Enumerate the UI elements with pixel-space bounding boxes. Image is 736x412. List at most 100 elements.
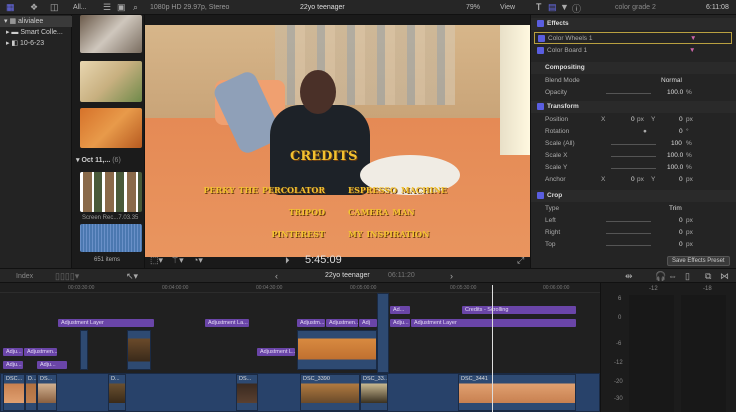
timecode-display[interactable]: 5:45:09	[305, 254, 342, 266]
crop-type-select[interactable]: Trim	[669, 203, 682, 215]
library-item-alivialee[interactable]: ▾ ▦ alivialee	[0, 16, 72, 27]
title-clip-credits[interactable]: Credits - Scrolling	[462, 306, 576, 314]
scale-y-value[interactable]: 100.0	[667, 162, 683, 174]
timeline-project-select[interactable]: 22yo teenager	[325, 272, 370, 279]
transform-tool-icon[interactable]: ⬚▾	[150, 255, 163, 266]
position-y-value[interactable]: 0	[679, 114, 683, 126]
checkbox[interactable]	[537, 102, 544, 110]
connected-clip[interactable]	[377, 293, 389, 373]
speed-icon[interactable]: ◔▾	[193, 255, 203, 266]
filter-select[interactable]: All...	[73, 4, 87, 11]
clip-appearance-icon[interactable]: ▯	[685, 271, 690, 282]
anchor-x-value[interactable]: 0	[631, 174, 635, 186]
timeline-ruler[interactable]: 00:03:30:00 00:04:00:00 00:04:30:00 00:0…	[0, 283, 600, 293]
adjustment-layer-clip[interactable]: Adjustment Layer	[58, 319, 154, 327]
adjustment-layer-clip[interactable]: Adju...	[37, 361, 67, 369]
crop-slider[interactable]	[606, 245, 651, 246]
scale-slider[interactable]	[611, 156, 656, 157]
index-button[interactable]: Index	[16, 273, 33, 280]
checkbox[interactable]	[537, 46, 544, 54]
checkbox[interactable]	[537, 19, 544, 27]
zoom-select[interactable]: 79%	[466, 4, 480, 11]
info-inspector-icon[interactable]: ⓘ	[572, 2, 581, 15]
adjustment-layer-clip[interactable]: Adjustm...	[297, 319, 325, 327]
back-icon[interactable]: ‹	[275, 271, 278, 281]
clip-thumbnail[interactable]	[80, 15, 142, 53]
color-icon[interactable]: ▼	[690, 33, 696, 45]
forward-icon[interactable]: ›	[450, 271, 453, 281]
crop-slider[interactable]	[606, 221, 651, 222]
scale-x-value[interactable]: 100.0	[667, 150, 683, 162]
transitions-icon[interactable]: ⋈	[720, 271, 729, 282]
scale-slider[interactable]	[611, 144, 656, 145]
crop-right-value[interactable]: 0	[679, 227, 683, 239]
crop-left-value[interactable]: 0	[679, 215, 683, 227]
adjustment-layer-clip[interactable]: Adju...	[3, 348, 23, 356]
fullscreen-icon[interactable]: ⤢	[517, 255, 524, 266]
adjustment-layer-clip[interactable]: Adjustmen...	[24, 348, 57, 356]
filmstrip-icon[interactable]: ▣	[117, 2, 126, 13]
select-tool-icon[interactable]: ↖▾	[126, 271, 138, 282]
adjustment-layer-clip[interactable]: Adju...	[3, 361, 23, 369]
adjustment-layer-clip[interactable]: Adju...	[390, 319, 410, 327]
color-icon[interactable]: ▼	[689, 45, 695, 57]
video-clip[interactable]: D...	[25, 374, 37, 411]
snapping-icon[interactable]: ⇔	[668, 271, 677, 281]
adjustment-layer-clip[interactable]: Adjustment La...	[205, 319, 249, 327]
adjustment-layer-clip[interactable]: Adj	[359, 319, 377, 327]
color-inspector-icon[interactable]: ▼	[560, 2, 569, 12]
video-clip[interactable]: DS...	[236, 374, 258, 411]
crop-top-value[interactable]: 0	[679, 239, 683, 251]
crop-header[interactable]: Crop	[531, 190, 736, 202]
video-clip[interactable]: D...	[108, 374, 126, 411]
adjustment-layer-clip[interactable]: Ad...	[390, 306, 410, 314]
effect-color-wheels[interactable]: Color Wheels 1 ▼	[534, 32, 732, 44]
title-inspector-icon[interactable]: T	[536, 2, 542, 12]
library-item-event[interactable]: ▸ ◧ 10-6-23	[0, 38, 72, 49]
connected-clip[interactable]	[297, 330, 377, 370]
video-clip[interactable]: DSC...	[3, 374, 25, 411]
checkbox[interactable]	[538, 34, 545, 42]
skimming-icon[interactable]: ⇹	[625, 271, 633, 282]
position-x-value[interactable]: 0	[631, 114, 635, 126]
blend-mode-select[interactable]: Normal	[661, 75, 682, 87]
save-effects-preset-button[interactable]: Save Effects Preset	[667, 256, 730, 266]
scale-slider[interactable]	[611, 168, 656, 169]
effects-header[interactable]: Effects	[531, 18, 736, 30]
audio-clip-thumbnail[interactable]	[80, 224, 142, 252]
transform-header[interactable]: Transform	[531, 101, 736, 113]
adjustment-layer-clip[interactable]: Adjustment L...	[257, 348, 295, 356]
enhance-icon[interactable]: ⚚▾	[171, 255, 184, 266]
anchor-y-value[interactable]: 0	[679, 174, 683, 186]
adjustment-layer-clip[interactable]: Adjustmen...	[326, 319, 358, 327]
clip-thumbnail[interactable]	[80, 61, 142, 102]
libraries-icon[interactable]: ▦	[6, 2, 15, 13]
event-group-header[interactable]: ▾ Oct 11,... (6)	[76, 156, 121, 164]
video-clip[interactable]: DSC_3390	[300, 374, 360, 411]
titles-icon[interactable]: ◫	[50, 2, 59, 13]
edit-buttons-icon[interactable]: ▯▯▯▯▾	[55, 271, 79, 282]
opacity-slider[interactable]	[606, 93, 651, 94]
playhead[interactable]	[492, 285, 493, 412]
connected-clip[interactable]	[80, 330, 88, 370]
view-menu[interactable]: View	[500, 4, 515, 11]
checkbox[interactable]	[537, 191, 544, 199]
opacity-value[interactable]: 100.0	[667, 87, 683, 99]
play-icon[interactable]: ⏵	[285, 255, 290, 266]
rotation-dial-icon[interactable]: ●	[643, 126, 647, 138]
video-clip[interactable]: DS...	[37, 374, 57, 411]
scale-all-value[interactable]: 100	[671, 138, 682, 150]
clip-appearance-icon[interactable]: ☰	[103, 2, 111, 13]
clip-thumbnail[interactable]	[80, 108, 142, 148]
clip-thumbnail[interactable]	[80, 172, 142, 212]
connected-clip[interactable]	[127, 330, 151, 370]
effect-color-board[interactable]: Color Board 1 ▼	[531, 45, 736, 57]
video-clip[interactable]: DSC_3441	[458, 374, 576, 411]
adjustment-layer-clip[interactable]: Adjustment Layer	[411, 319, 576, 327]
library-item-smart-collections[interactable]: ▸ ▬ Smart Colle...	[0, 27, 72, 38]
headphones-icon[interactable]: 🎧	[655, 271, 666, 282]
video-inspector-icon[interactable]: ▤	[548, 2, 557, 13]
photos-icon[interactable]: ❖	[30, 2, 38, 13]
rotation-value[interactable]: 0	[679, 126, 683, 138]
video-clip[interactable]: DSC_33...	[360, 374, 388, 411]
